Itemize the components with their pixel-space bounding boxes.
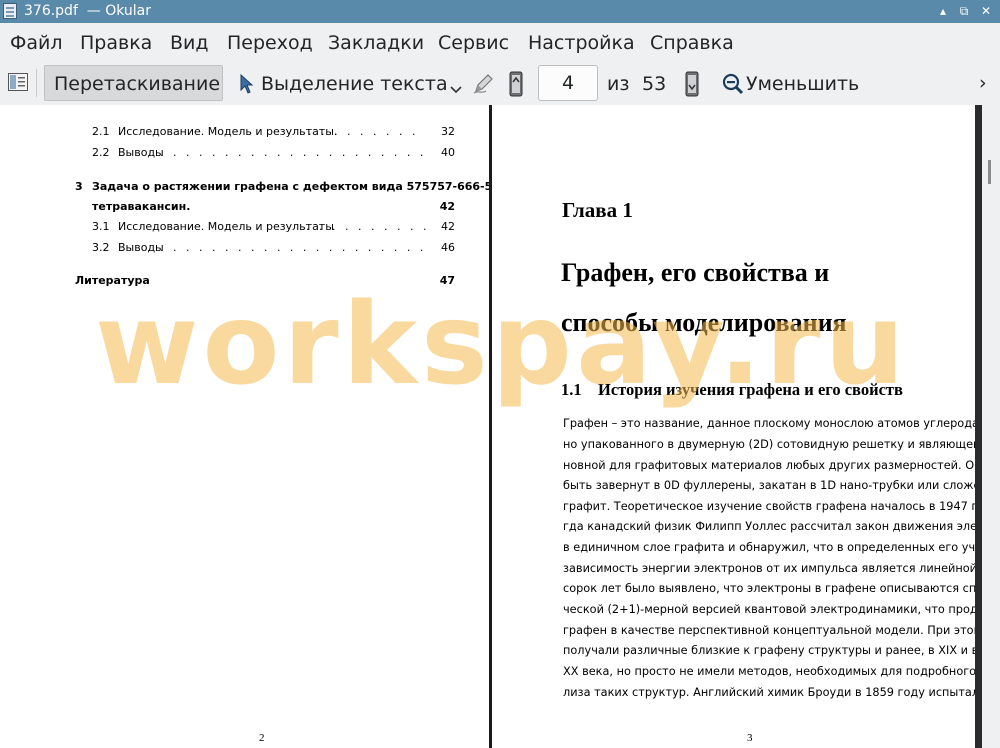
toc-item-num: 2.1	[92, 125, 110, 138]
menu-tools[interactable]: Сервис	[438, 31, 509, 55]
body-line: лиза таких структур. Английский химик Бр…	[563, 686, 1000, 699]
body-line: получали различные близкие к графену стр…	[563, 644, 1000, 657]
zoom-out-button[interactable]: Уменьшить	[746, 72, 859, 96]
text-select-tool-button[interactable]: Выделение текста	[261, 72, 448, 96]
toc-item-page: 32	[441, 125, 455, 138]
title-bar: 376.pdf — Okular ▴ ⧉ ✕	[0, 0, 1000, 23]
body-line: новной для графитовых материалов любых д…	[563, 459, 1000, 472]
toc-item-page: 40	[441, 146, 455, 159]
scrollbar-thumb[interactable]	[988, 160, 991, 184]
maximize-icon[interactable]: ⧉	[956, 3, 972, 19]
document-app-icon	[3, 3, 17, 19]
chapter-title-line1: Графен, его свойства и	[561, 258, 830, 287]
vertical-scrollbar[interactable]	[982, 105, 1000, 748]
toc-item-num: 2.2	[92, 146, 110, 159]
body-line: гда канадский физик Филипп Уоллес рассчи…	[563, 520, 1000, 533]
minimize-icon[interactable]: ▴	[935, 3, 951, 19]
toc-item-text: Исследование. Модель и результаты.	[118, 125, 338, 138]
text-select-cursor-icon	[240, 73, 254, 94]
toc-item-num: 3.2	[92, 241, 110, 254]
toc-chapter-text-cont: тетравакансин.	[92, 200, 191, 213]
window-title: 376.pdf — Okular	[24, 3, 152, 19]
menu-edit[interactable]: Правка	[80, 31, 152, 55]
pdf-page-left	[0, 105, 489, 748]
toc-item-page: 42	[441, 220, 455, 233]
body-line: но упакованного в двумерную (2D) сотовид…	[563, 438, 1000, 451]
menu-view[interactable]: Вид	[170, 31, 209, 55]
toc-item-num: 3.1	[92, 220, 110, 233]
toc-item-text: Исследование. Модель и результаты	[118, 220, 334, 233]
right-page-number: 3	[747, 732, 753, 744]
section-title: История изучения графена и его свойств	[598, 380, 903, 399]
close-icon[interactable]: ✕	[978, 3, 994, 19]
body-line: в единичном слое графита и обнаружил, чт…	[563, 541, 1000, 554]
menu-settings[interactable]: Настройка	[528, 31, 635, 55]
toc-bibliography: Литература	[75, 274, 150, 287]
body-line: сорок лет было выявлено, что электроны в…	[563, 582, 1000, 595]
menu-file[interactable]: Файл	[10, 31, 63, 55]
toc-bibliography-page: 47	[439, 274, 455, 287]
menu-bookmarks[interactable]: Закладки	[328, 31, 424, 55]
body-line: зависимость энергии электронов от их имп…	[563, 562, 1000, 575]
toc-item-page: 46	[441, 241, 455, 254]
next-page-icon[interactable]	[684, 71, 700, 97]
chevron-down-icon[interactable]	[450, 79, 462, 94]
toc-item-text: Выводы	[118, 241, 164, 254]
menu-bar: Файл Правка Вид Переход Закладки Сервис …	[0, 23, 1000, 63]
sidebar-toggle-icon[interactable]	[8, 73, 28, 91]
toc-item-text: Выводы	[118, 146, 164, 159]
toolbar: Перетаскивание Выделение текста 4 из 53 …	[0, 63, 1000, 106]
toc-chapter-num: 3	[75, 180, 83, 193]
chapter-title-line2: способы моделирования	[561, 308, 847, 337]
page-total-label: 53	[642, 73, 667, 95]
body-line: графит. Теоретическое изучение свойств г…	[563, 500, 1000, 513]
zoom-out-icon	[722, 73, 744, 95]
toolbar-overflow-icon[interactable]: ›	[979, 71, 987, 95]
body-line: ческой (2+1)-мерной версией квантовой эл…	[563, 603, 1000, 616]
page-number-input[interactable]: 4	[538, 65, 598, 101]
page-of-label: из	[607, 73, 630, 95]
previous-page-icon[interactable]	[508, 71, 524, 97]
body-line: Графен – это название, данное плоскому м…	[563, 417, 1000, 430]
annotation-pen-icon[interactable]	[472, 71, 496, 95]
browse-tool-label: Перетаскивание	[54, 73, 221, 95]
menu-go[interactable]: Переход	[227, 31, 313, 55]
body-line: графен в качестве перспективной концепту…	[563, 624, 1000, 637]
chapter-label: Глава 1	[562, 198, 633, 222]
body-line: быть завернут в 0D фуллерены, закатан в …	[563, 479, 1000, 492]
toc-chapter-text: Задача о растяжении графена с дефектом в…	[92, 180, 516, 193]
menu-help[interactable]: Справка	[650, 31, 734, 55]
section-number: 1.1	[561, 380, 582, 399]
toc-chapter-page: 42	[439, 200, 455, 213]
body-line: XX века, но просто не имели методов, нео…	[563, 665, 1000, 678]
left-page-number: 2	[259, 732, 265, 744]
